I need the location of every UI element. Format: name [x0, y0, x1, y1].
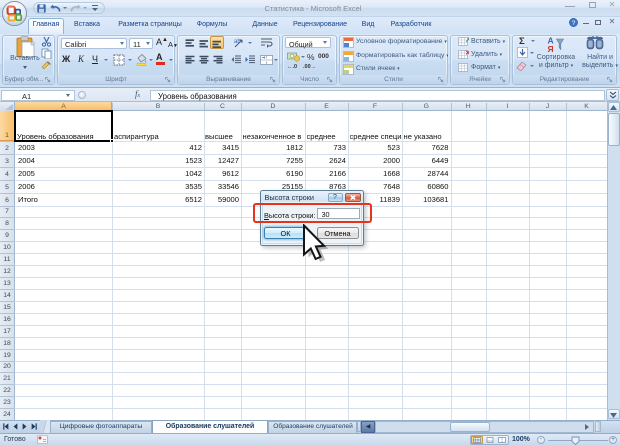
svg-text:Я: Я: [548, 44, 554, 53]
svg-text:✕: ✕: [465, 50, 469, 57]
svg-text:?: ?: [572, 20, 576, 27]
svg-text:ab: ab: [234, 39, 241, 45]
svg-text:↗: ↗: [465, 37, 469, 44]
